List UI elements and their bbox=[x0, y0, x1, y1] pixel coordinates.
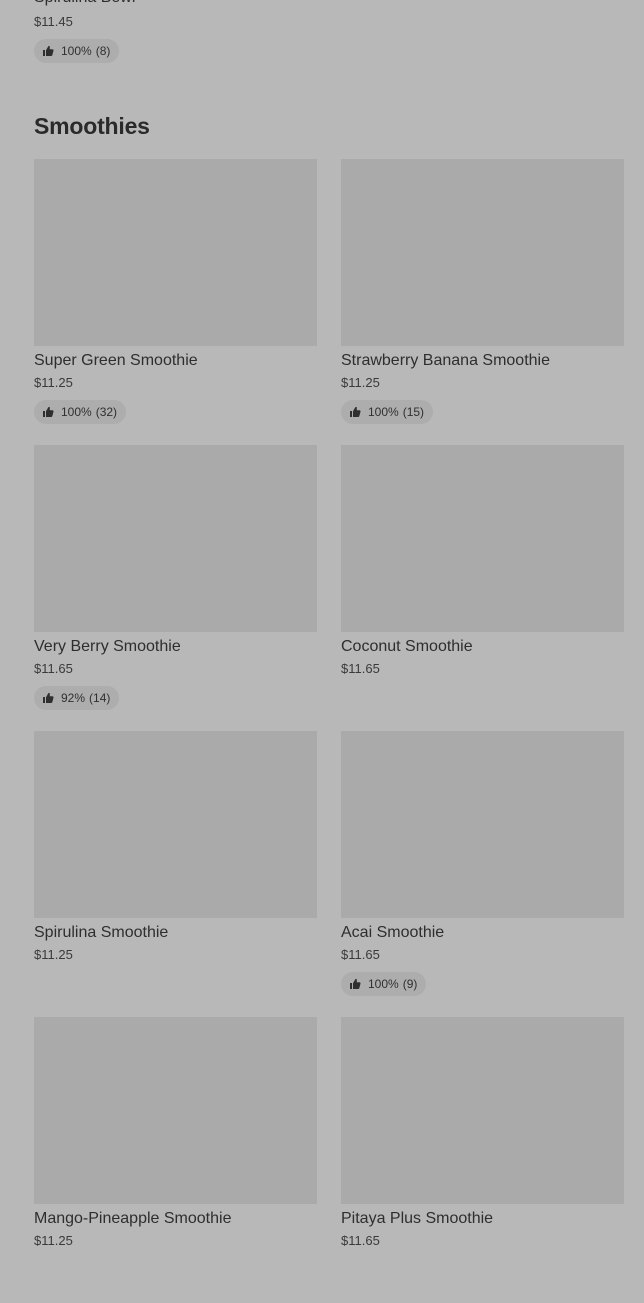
item-name: Very Berry Smoothie bbox=[34, 638, 181, 655]
item-image bbox=[34, 445, 317, 632]
rating-badge: 100% (8) bbox=[34, 39, 120, 63]
item-price: $11.65 bbox=[341, 947, 380, 962]
item-price: $11.65 bbox=[341, 1233, 380, 1248]
rating-percent: 100% bbox=[61, 44, 92, 58]
item-price: $11.25 bbox=[341, 375, 380, 390]
rating-count: (9) bbox=[402, 977, 418, 991]
rating-count: (15) bbox=[402, 405, 425, 419]
thumbs-up-icon bbox=[42, 45, 54, 57]
menu-item-card[interactable]: Mango-Pineapple Smoothie $11.25 bbox=[34, 1017, 317, 1303]
rating-percent: 100% bbox=[61, 405, 92, 419]
item-price: $11.45 bbox=[34, 14, 73, 29]
item-image bbox=[341, 445, 624, 632]
rating-badge: 100% (9) bbox=[341, 972, 427, 996]
item-name: Coconut Smoothie bbox=[341, 638, 473, 655]
item-image bbox=[341, 1017, 624, 1204]
item-price: $11.65 bbox=[34, 661, 73, 676]
menu-item-card[interactable]: Pitaya Plus Smoothie $11.65 bbox=[341, 1017, 624, 1303]
item-name: Spirulina Bowl bbox=[34, 0, 317, 8]
menu-item-card[interactable]: Coconut Smoothie $11.65 bbox=[341, 445, 624, 731]
menu-item-card[interactable]: Strawberry Banana Smoothie $11.25 100% (15) bbox=[341, 159, 624, 445]
item-price: $11.25 bbox=[34, 1233, 73, 1248]
item-price: $11.65 bbox=[341, 661, 380, 676]
rating-count: (14) bbox=[89, 691, 111, 705]
menu-item-card[interactable]: Very Berry Smoothie $11.65 92% (14) bbox=[34, 445, 317, 731]
item-price: $11.25 bbox=[34, 375, 73, 390]
rating-percent: 100% bbox=[368, 977, 399, 991]
rating-count: (32) bbox=[95, 405, 118, 419]
rating-percent: 92% bbox=[61, 691, 86, 705]
item-name: Strawberry Banana Smoothie bbox=[341, 352, 550, 369]
item-name: Super Green Smoothie bbox=[34, 352, 198, 369]
rating-badge: 100% (32) bbox=[34, 400, 127, 424]
item-price: $11.25 bbox=[34, 947, 73, 962]
rating-count: (8) bbox=[95, 44, 111, 58]
thumbs-up-icon bbox=[349, 978, 361, 990]
item-name: Mango-Pineapple Smoothie bbox=[34, 1210, 232, 1227]
section-title: Smoothies bbox=[34, 113, 150, 139]
menu-item-card[interactable]: Spirulina Smoothie $11.25 bbox=[34, 731, 317, 1017]
thumbs-up-icon bbox=[42, 692, 54, 704]
thumbs-up-icon bbox=[42, 406, 54, 418]
item-name: Acai Smoothie bbox=[341, 924, 445, 941]
item-image bbox=[34, 1017, 317, 1204]
menu-page: Spirulina Bowl $11.45 100% (8) Smoothies… bbox=[0, 0, 644, 1252]
item-image bbox=[341, 731, 624, 918]
thumbs-up-icon bbox=[349, 406, 361, 418]
menu-item-card[interactable]: Spirulina Bowl $11.45 100% (8) bbox=[34, 0, 317, 63]
menu-item-card[interactable]: Super Green Smoothie $11.25 100% (32) bbox=[34, 159, 317, 445]
menu-items-grid: Super Green Smoothie $11.25 100% (32) Strawb… bbox=[34, 159, 624, 1303]
item-name: Pitaya Plus Smoothie bbox=[341, 1210, 494, 1227]
menu-item-card[interactable]: Acai Smoothie $11.65 100% (9) bbox=[341, 731, 624, 1017]
rating-percent: 100% bbox=[368, 405, 399, 419]
item-image bbox=[341, 159, 624, 346]
item-image bbox=[34, 731, 317, 918]
rating-badge: 92% (14) bbox=[34, 686, 120, 710]
item-image bbox=[34, 159, 317, 346]
rating-badge: 100% (15) bbox=[341, 400, 434, 424]
item-name: Spirulina Smoothie bbox=[34, 924, 169, 941]
